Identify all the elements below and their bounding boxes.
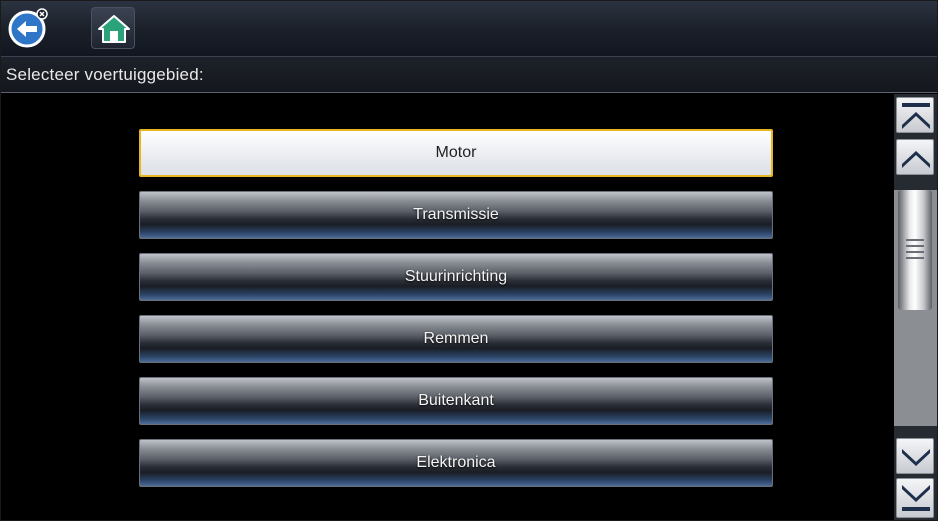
scroll-bottom-icon — [902, 485, 930, 511]
scroll-top-icon — [902, 103, 930, 129]
menu-item-remmen[interactable]: Remmen — [139, 315, 773, 363]
scrollbar[interactable] — [894, 94, 937, 520]
menu-item-label: Elektronica — [416, 454, 496, 471]
vehicle-area-list: Motor Transmissie Stuurinrichting Remmen… — [1, 94, 894, 520]
home-button[interactable] — [91, 7, 135, 49]
scroll-bottom-button[interactable] — [896, 478, 934, 518]
menu-item-label: Remmen — [423, 330, 489, 347]
menu-item-label: Stuurinrichting — [404, 268, 508, 285]
menu-item-buitenkant[interactable]: Buitenkant — [139, 377, 773, 425]
page-title: Selecteer voertuiggebied: — [6, 65, 204, 84]
menu-item-motor[interactable]: Motor — [139, 129, 773, 177]
scroll-top-button[interactable] — [896, 97, 934, 133]
menu-item-elektronica[interactable]: Elektronica — [139, 439, 773, 487]
back-button[interactable] — [7, 7, 51, 49]
grip-line — [906, 245, 924, 247]
menu-item-label: Motor — [435, 144, 477, 161]
menu-item-label: Buitenkant — [418, 392, 494, 409]
menu-item-transmissie[interactable]: Transmissie — [139, 191, 773, 239]
scroll-thumb[interactable] — [898, 190, 932, 310]
scroll-up-button[interactable] — [896, 139, 934, 175]
title-bar: Selecteer voertuiggebied: — [1, 57, 937, 93]
grip-line — [906, 239, 924, 241]
menu-item-label: Transmissie — [413, 206, 499, 223]
top-toolbar — [1, 1, 937, 57]
grip-line — [906, 251, 924, 253]
scroll-down-button[interactable] — [896, 438, 934, 474]
scan-tool-screen: Selecteer voertuiggebied: Motor Transmis… — [0, 0, 938, 521]
back-arrow-icon — [8, 8, 48, 48]
scroll-down-icon — [902, 449, 930, 466]
home-icon — [98, 15, 130, 43]
grip-line — [906, 257, 924, 259]
scroll-up-icon — [902, 151, 930, 168]
menu-item-stuurinrichting[interactable]: Stuurinrichting — [139, 253, 773, 301]
